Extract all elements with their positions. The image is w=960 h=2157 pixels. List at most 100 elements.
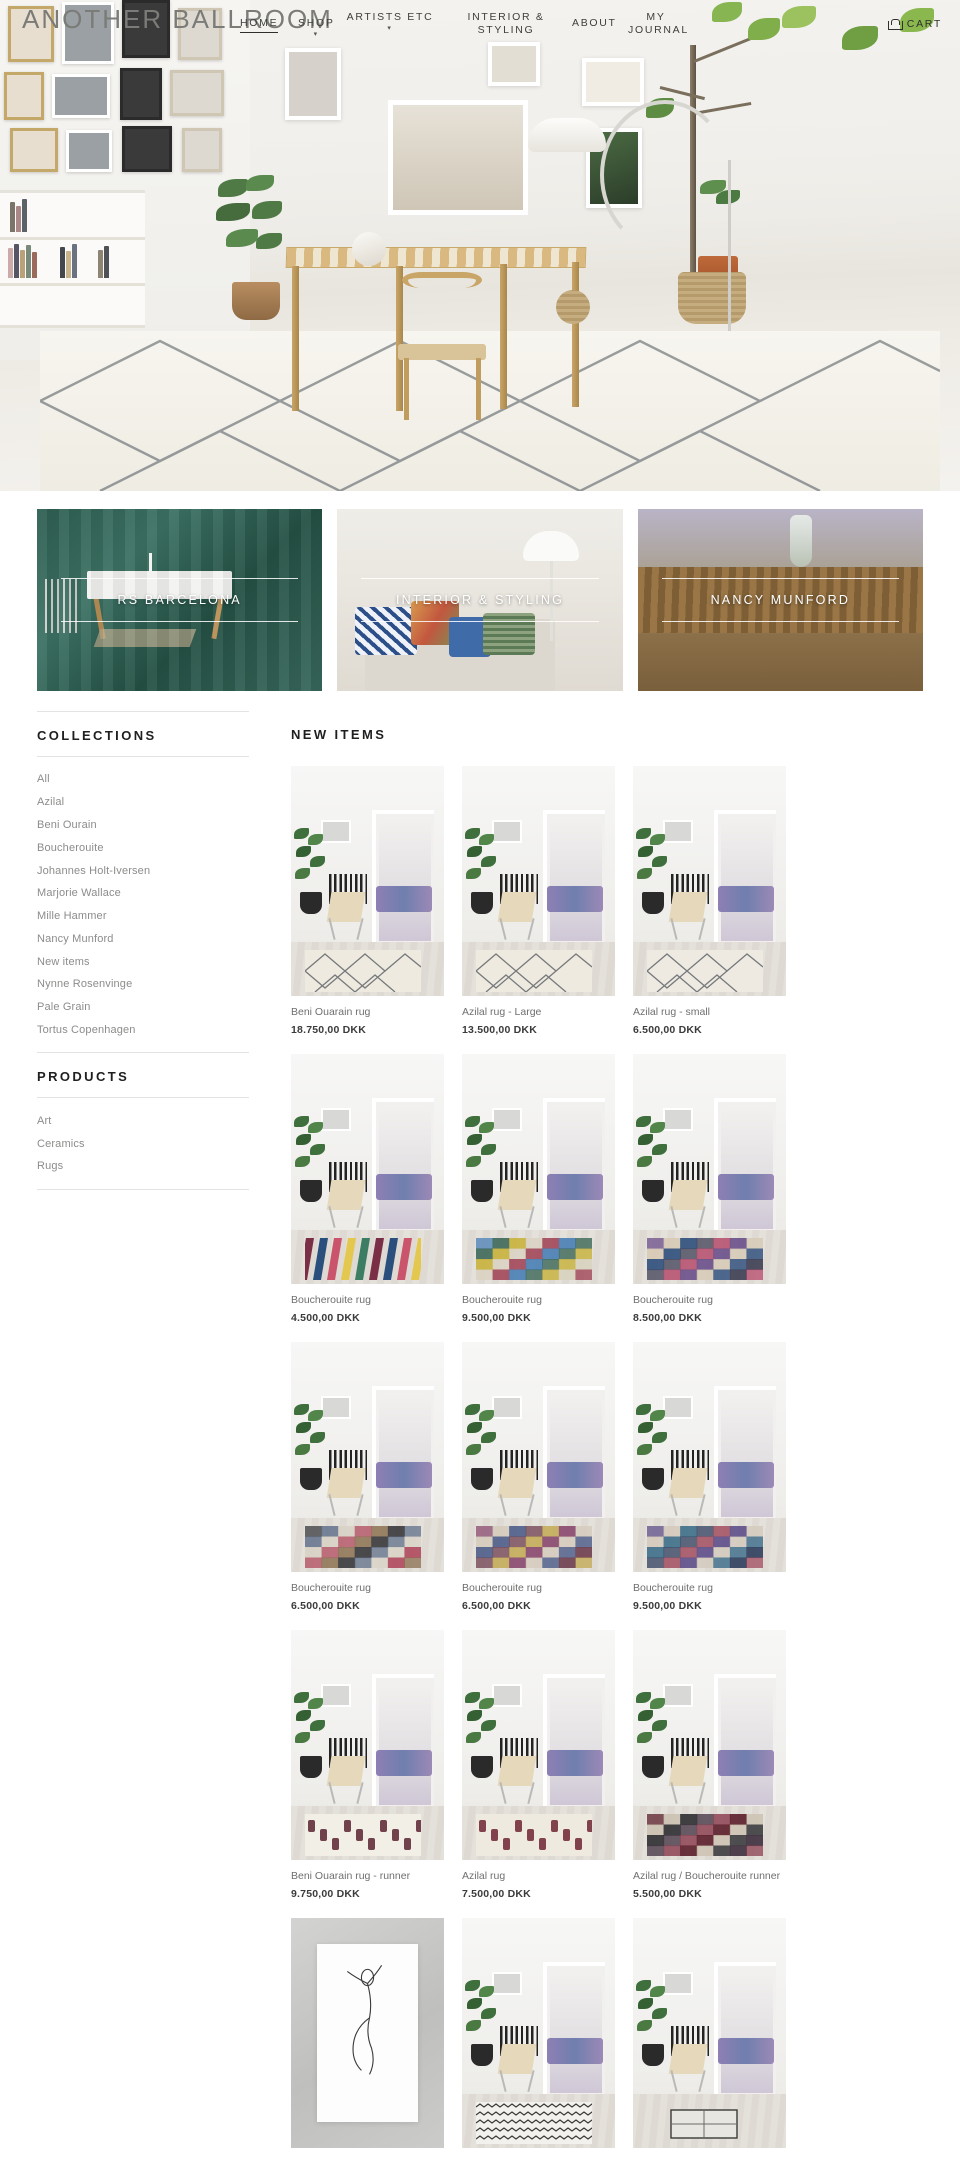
- sidebar-item-new-items[interactable]: New items: [37, 950, 249, 973]
- banner-interior-styling[interactable]: INTERIOR & STYLING: [337, 509, 623, 691]
- table-leg: [500, 264, 507, 409]
- banner-nancy-munford[interactable]: NANCY MUNFORD: [637, 509, 923, 691]
- product-image[interactable]: [462, 1342, 615, 1572]
- sidebar-item-rugs[interactable]: Rugs: [37, 1155, 249, 1178]
- product-card[interactable]: Boucherouite rug 9.500,00 DKK: [633, 1342, 786, 1612]
- collections-list: All Azilal Beni Ourain Boucherouite Joha…: [37, 757, 249, 1054]
- nav-item-interior-styling[interactable]: INTERIOR & STYLING: [458, 11, 554, 37]
- background-sofa: [718, 1174, 774, 1200]
- nav-item-home[interactable]: HOME: [240, 17, 279, 33]
- table-lamp: [522, 531, 579, 561]
- table-vase: [352, 232, 386, 266]
- chevron-down-icon: ▾: [387, 25, 393, 32]
- product-card[interactable]: [291, 1918, 444, 2157]
- sidebar-item-pale-grain[interactable]: Pale Grain: [37, 996, 249, 1019]
- product-price: 18.750,00 DKK: [291, 1024, 366, 1036]
- lounge-chair: [668, 1756, 711, 1804]
- sidebar-item-marjorie-wallace[interactable]: Marjorie Wallace: [37, 882, 249, 905]
- product-image[interactable]: [291, 1918, 444, 2148]
- product-card[interactable]: [633, 1918, 786, 2157]
- lounge-chair: [326, 1180, 369, 1228]
- sidebar-item-mille-hammer[interactable]: Mille Hammer: [37, 905, 249, 928]
- product-image[interactable]: [462, 766, 615, 996]
- wall-artwork: [488, 42, 540, 86]
- doorway: [543, 1674, 605, 1808]
- sidebar-item-ceramics[interactable]: Ceramics: [37, 1132, 249, 1155]
- product-image[interactable]: [291, 1630, 444, 1860]
- lounge-chair: [668, 2044, 711, 2092]
- background-sofa: [547, 886, 603, 912]
- hero-section: ANOTHER BALLROOM HOME SHOP ▾ ARTISTS ETC ▾…: [0, 0, 960, 491]
- sidebar-item-nynne-rosenvinge[interactable]: Nynne Rosenvinge: [37, 973, 249, 996]
- nav-item-about[interactable]: ABOUT: [572, 17, 617, 30]
- product-price: 13.500,00 DKK: [462, 1024, 537, 1036]
- product-image[interactable]: [462, 1918, 615, 2148]
- doorway: [543, 810, 605, 944]
- product-image[interactable]: [633, 1918, 786, 2148]
- product-image[interactable]: [633, 1342, 786, 1572]
- product-image[interactable]: [291, 1054, 444, 1284]
- product-image[interactable]: [462, 1054, 615, 1284]
- product-image[interactable]: [291, 1342, 444, 1572]
- product-title[interactable]: Boucherouite rug: [462, 1293, 615, 1308]
- nav-item-label: INTERIOR & STYLING: [467, 11, 545, 36]
- product-title[interactable]: Boucherouite rug: [291, 1293, 444, 1308]
- cart-button[interactable]: CART: [887, 18, 942, 30]
- product-price: 9.500,00 DKK: [462, 1312, 531, 1324]
- lounge-chair: [497, 1180, 540, 1228]
- product-card[interactable]: Boucherouite rug 6.500,00 DKK: [462, 1342, 615, 1612]
- product-card[interactable]: Azilal rug - Large 13.500,00 DKK: [462, 766, 615, 1036]
- nav-item-artists-etc[interactable]: ARTISTS ETC ▾: [342, 11, 438, 32]
- product-card[interactable]: Azilal rug 7.500,00 DKK: [462, 1630, 615, 1900]
- product-image[interactable]: [462, 1630, 615, 1860]
- product-title[interactable]: Boucherouite rug: [462, 1581, 615, 1596]
- product-title[interactable]: Beni Ouarain rug: [291, 1005, 444, 1020]
- sidebar-item-azilal[interactable]: Azilal: [37, 791, 249, 814]
- product-image[interactable]: [633, 1630, 786, 1860]
- product-image[interactable]: [633, 766, 786, 996]
- product-title[interactable]: Azilal rug / Boucherouite runner: [633, 1869, 786, 1884]
- product-card[interactable]: [462, 1918, 615, 2157]
- cart-icon: [887, 18, 903, 30]
- product-card[interactable]: Boucherouite rug 9.500,00 DKK: [462, 1054, 615, 1324]
- potted-plant: [636, 1692, 670, 1778]
- sidebar: COLLECTIONS All Azilal Beni Ourain Bouch…: [37, 711, 249, 2157]
- product-card[interactable]: Boucherouite rug 8.500,00 DKK: [633, 1054, 786, 1324]
- product-title[interactable]: Boucherouite rug: [633, 1293, 786, 1308]
- product-card[interactable]: Azilal rug - small 6.500,00 DKK: [633, 766, 786, 1036]
- nav-item-shop[interactable]: SHOP ▾: [298, 17, 335, 38]
- product-title[interactable]: Beni Ouarain rug - runner: [291, 1869, 444, 1884]
- lounge-chair: [668, 892, 711, 940]
- potted-plant: [294, 1404, 328, 1490]
- sidebar-item-beni-ourain[interactable]: Beni Ourain: [37, 814, 249, 837]
- product-image[interactable]: [633, 1054, 786, 1284]
- floor-mat: [93, 629, 197, 647]
- banner-rs-barcelona[interactable]: RS BARCELONA: [37, 509, 323, 691]
- product-title[interactable]: Azilal rug - Large: [462, 1005, 615, 1020]
- sidebar-item-art[interactable]: Art: [37, 1109, 249, 1132]
- sidebar-item-johannes-holt-iversen[interactable]: Johannes Holt-Iversen: [37, 859, 249, 882]
- area-rug: [40, 331, 940, 491]
- potted-plant: [465, 1980, 499, 2066]
- product-grid: Beni Ouarain rug 18.750,00 DKK Azilal rug …: [291, 766, 923, 2157]
- doorway: [714, 810, 776, 944]
- lamp-shade: [528, 118, 606, 152]
- product-card[interactable]: Boucherouite rug 4.500,00 DKK: [291, 1054, 444, 1324]
- wall-frame: [66, 130, 112, 172]
- sidebar-item-tortus-copenhagen[interactable]: Tortus Copenhagen: [37, 1019, 249, 1042]
- product-title[interactable]: Azilal rug: [462, 1869, 615, 1884]
- background-sofa: [376, 886, 432, 912]
- sidebar-item-nancy-munford[interactable]: Nancy Munford: [37, 927, 249, 950]
- sidebar-item-all[interactable]: All: [37, 768, 249, 791]
- product-card[interactable]: Beni Ouarain rug 18.750,00 DKK: [291, 766, 444, 1036]
- product-card[interactable]: Beni Ouarain rug - runner 9.750,00 DKK: [291, 1630, 444, 1900]
- nav-item-my-journal[interactable]: MY JOURNAL: [628, 11, 687, 37]
- product-title[interactable]: Boucherouite rug: [291, 1581, 444, 1596]
- product-title[interactable]: Azilal rug - small: [633, 1005, 786, 1020]
- product-title[interactable]: Boucherouite rug: [633, 1581, 786, 1596]
- product-image[interactable]: [291, 766, 444, 996]
- product-card[interactable]: Azilal rug / Boucherouite runner 5.500,00…: [633, 1630, 786, 1900]
- sidebar-item-boucherouite[interactable]: Boucherouite: [37, 836, 249, 859]
- arc-lamp: [600, 100, 730, 250]
- product-card[interactable]: Boucherouite rug 6.500,00 DKK: [291, 1342, 444, 1612]
